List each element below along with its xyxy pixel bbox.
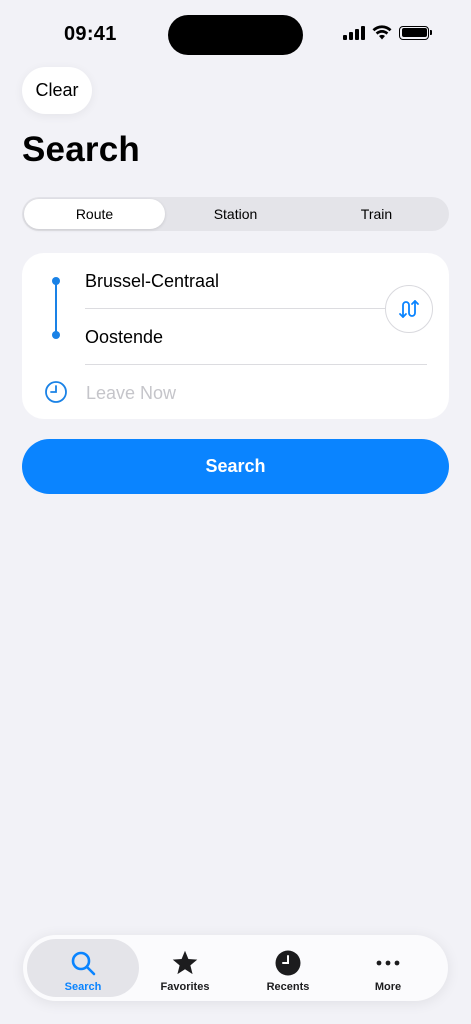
route-card: Brussel-Centraal Oostende Leave Now	[22, 253, 449, 419]
clear-button[interactable]: Clear	[22, 67, 92, 114]
star-icon	[170, 948, 200, 978]
tab-label: Search	[64, 981, 102, 993]
ellipsis-icon	[373, 948, 403, 978]
search-mode-segmented-control: Route Station Train	[22, 197, 449, 231]
magnifier-icon	[68, 948, 98, 978]
tab-recents[interactable]: Recents	[232, 939, 344, 997]
swap-stations-button[interactable]	[385, 285, 433, 333]
status-bar: 09:41	[0, 0, 471, 60]
tab-label: Recents	[266, 981, 310, 993]
status-icons	[343, 25, 432, 40]
clock-icon	[273, 948, 303, 978]
search-button[interactable]: Search	[22, 439, 449, 494]
dynamic-island	[168, 15, 303, 55]
tab-search[interactable]: Search	[27, 939, 139, 997]
battery-icon	[399, 25, 432, 40]
from-station-field[interactable]: Brussel-Centraal	[85, 271, 219, 292]
segment-route[interactable]: Route	[24, 199, 165, 229]
wifi-icon	[372, 25, 392, 40]
status-time: 09:41	[64, 23, 117, 45]
divider	[85, 308, 427, 309]
swap-arrows-icon	[399, 300, 419, 318]
tab-favorites[interactable]: Favorites	[129, 939, 241, 997]
to-station-field[interactable]: Oostende	[85, 327, 163, 348]
divider	[85, 364, 427, 365]
tab-label: More	[374, 981, 402, 993]
page-title: Search	[22, 130, 140, 169]
route-line-icon	[52, 277, 60, 339]
departure-time-field[interactable]: Leave Now	[86, 383, 176, 404]
cellular-signal-icon	[343, 25, 365, 40]
clock-icon	[45, 381, 67, 403]
segment-train[interactable]: Train	[306, 199, 447, 229]
segment-station[interactable]: Station	[165, 199, 306, 229]
tab-label: Favorites	[160, 981, 210, 993]
tab-more[interactable]: More	[332, 939, 444, 997]
tab-bar: Search Favorites Recents More	[23, 935, 448, 1001]
